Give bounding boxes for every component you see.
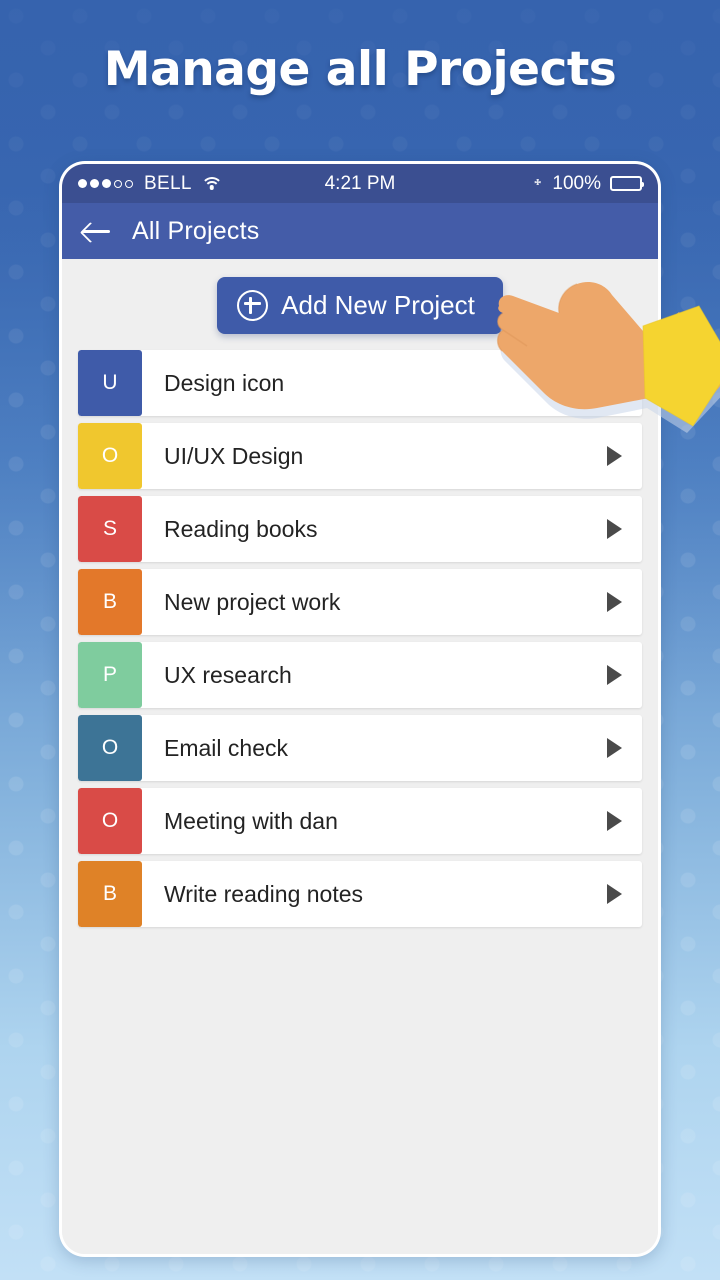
project-initial-tile: B <box>78 569 142 635</box>
add-button-container: Add New Project <box>62 259 658 350</box>
project-name-label: UX research <box>164 661 292 688</box>
play-icon[interactable] <box>586 715 642 781</box>
project-initial-tile: B <box>78 861 142 927</box>
signal-strength-icon <box>78 179 133 188</box>
promo-background: Manage all Projects BELL 4:21 PM ᛭ 100% … <box>0 0 720 1280</box>
add-new-project-label: Add New Project <box>281 290 475 320</box>
back-arrow-icon[interactable] <box>82 219 112 243</box>
projects-list: U Design icon O UI/UX Design S Reading books B… <box>62 350 658 927</box>
project-initial-tile: P <box>78 642 142 708</box>
carrier-label: BELL <box>144 172 192 194</box>
play-icon[interactable] <box>586 861 642 927</box>
wifi-icon <box>200 176 223 191</box>
play-icon[interactable] <box>586 423 642 489</box>
project-initial-tile: O <box>78 788 142 854</box>
play-icon[interactable] <box>586 788 642 854</box>
project-initial-tile: S <box>78 496 142 562</box>
list-item[interactable]: U Design icon <box>78 350 642 416</box>
add-new-project-button[interactable]: Add New Project <box>217 277 503 334</box>
project-name-label: New project work <box>164 588 341 615</box>
battery-percent-label: 100% <box>552 172 601 194</box>
status-bar: BELL 4:21 PM ᛭ 100% <box>62 164 658 203</box>
list-item[interactable]: O Email check <box>78 715 642 781</box>
project-name-label: UI/UX Design <box>164 442 304 469</box>
list-item[interactable]: B New project work <box>78 569 642 635</box>
play-icon[interactable] <box>586 642 642 708</box>
plus-circle-icon <box>237 290 269 321</box>
list-item[interactable]: P UX research <box>78 642 642 708</box>
list-item[interactable]: S Reading books <box>78 496 642 562</box>
phone-screen: BELL 4:21 PM ᛭ 100% All Projects Add New… <box>62 164 658 1254</box>
play-icon[interactable] <box>586 496 642 562</box>
project-name-label: Email check <box>164 734 288 761</box>
project-name-label: Meeting with dan <box>164 807 338 834</box>
app-navbar: All Projects <box>62 203 658 259</box>
status-bar-right: ᛭ 100% <box>531 172 644 195</box>
navbar-title: All Projects <box>132 216 260 245</box>
project-name-label: Reading books <box>164 515 318 542</box>
battery-icon <box>610 176 644 191</box>
bluetooth-icon: ᛭ <box>531 173 544 194</box>
status-bar-left: BELL <box>78 172 223 195</box>
project-initial-tile: O <box>78 423 142 489</box>
play-icon[interactable] <box>586 569 642 635</box>
project-name-label: Write reading notes <box>164 880 364 907</box>
project-name-label: Design icon <box>164 369 285 396</box>
page-title: Manage all Projects <box>103 42 617 97</box>
list-item[interactable]: O Meeting with dan <box>78 788 642 854</box>
project-initial-tile: O <box>78 715 142 781</box>
list-item[interactable]: B Write reading notes <box>78 861 642 927</box>
play-icon <box>586 350 642 416</box>
screen-content: Add New Project U Design icon O UI/UX Desig… <box>62 259 658 1254</box>
list-item[interactable]: O UI/UX Design <box>78 423 642 489</box>
phone-frame: BELL 4:21 PM ᛭ 100% All Projects Add New… <box>59 161 661 1257</box>
project-initial-tile: U <box>78 350 142 416</box>
